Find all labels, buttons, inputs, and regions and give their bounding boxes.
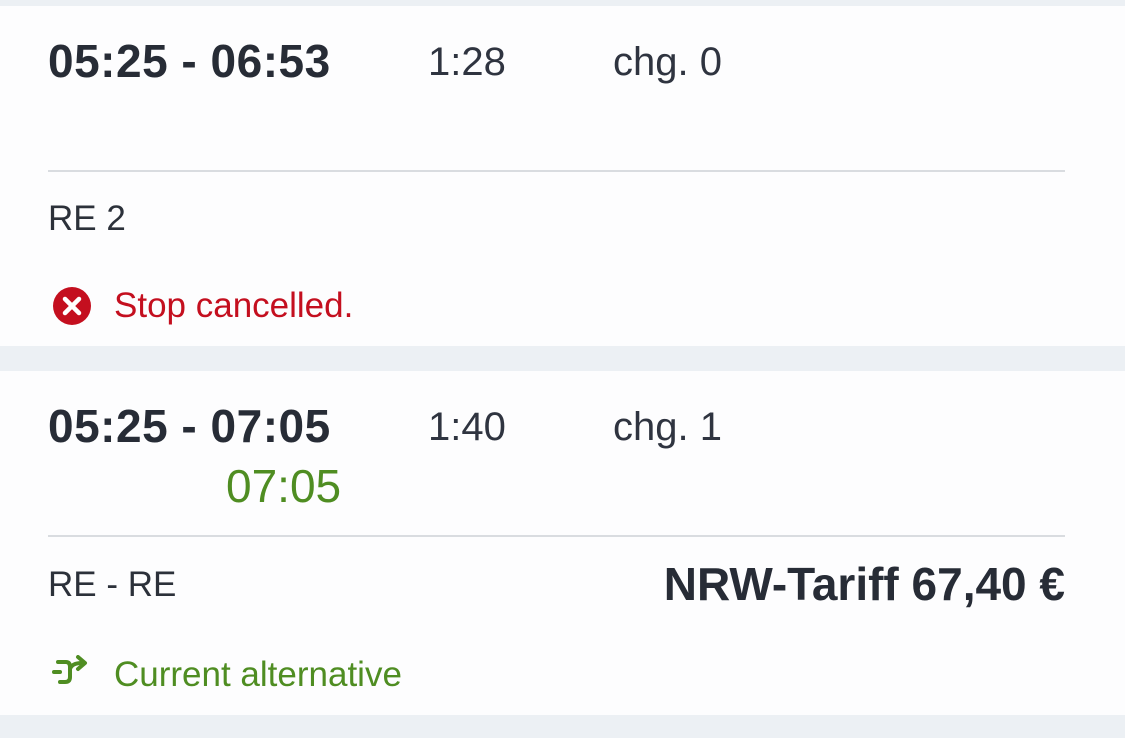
train-products: RE 2	[48, 199, 126, 238]
train-products: RE - RE	[48, 565, 177, 604]
fare-price: NRW-Tariff 67,40 €	[663, 558, 1065, 610]
changes-count: chg. 1	[613, 405, 722, 449]
departure-arrival-times: 05:25 - 06:53	[48, 35, 331, 87]
x-circle-icon	[52, 286, 92, 331]
divider	[48, 170, 1065, 172]
connection-card-1[interactable]: 05:25 - 06:53 1:28 chg. 0 RE 2 Stop canc…	[0, 6, 1125, 346]
alternative-route-arrow-icon	[52, 655, 94, 694]
travel-duration: 1:40	[428, 405, 506, 449]
travel-duration: 1:28	[428, 40, 506, 84]
status-message: Current alternative	[114, 655, 402, 694]
divider	[48, 535, 1065, 537]
changes-count: chg. 0	[613, 40, 722, 84]
departure-arrival-times: 05:25 - 07:05	[48, 400, 331, 452]
status-message: Stop cancelled.	[114, 286, 354, 325]
connection-card-2[interactable]: 05:25 - 07:05 07:05 1:40 chg. 1 RE - RE …	[0, 371, 1125, 715]
realtime-arrival: 07:05	[226, 460, 342, 512]
